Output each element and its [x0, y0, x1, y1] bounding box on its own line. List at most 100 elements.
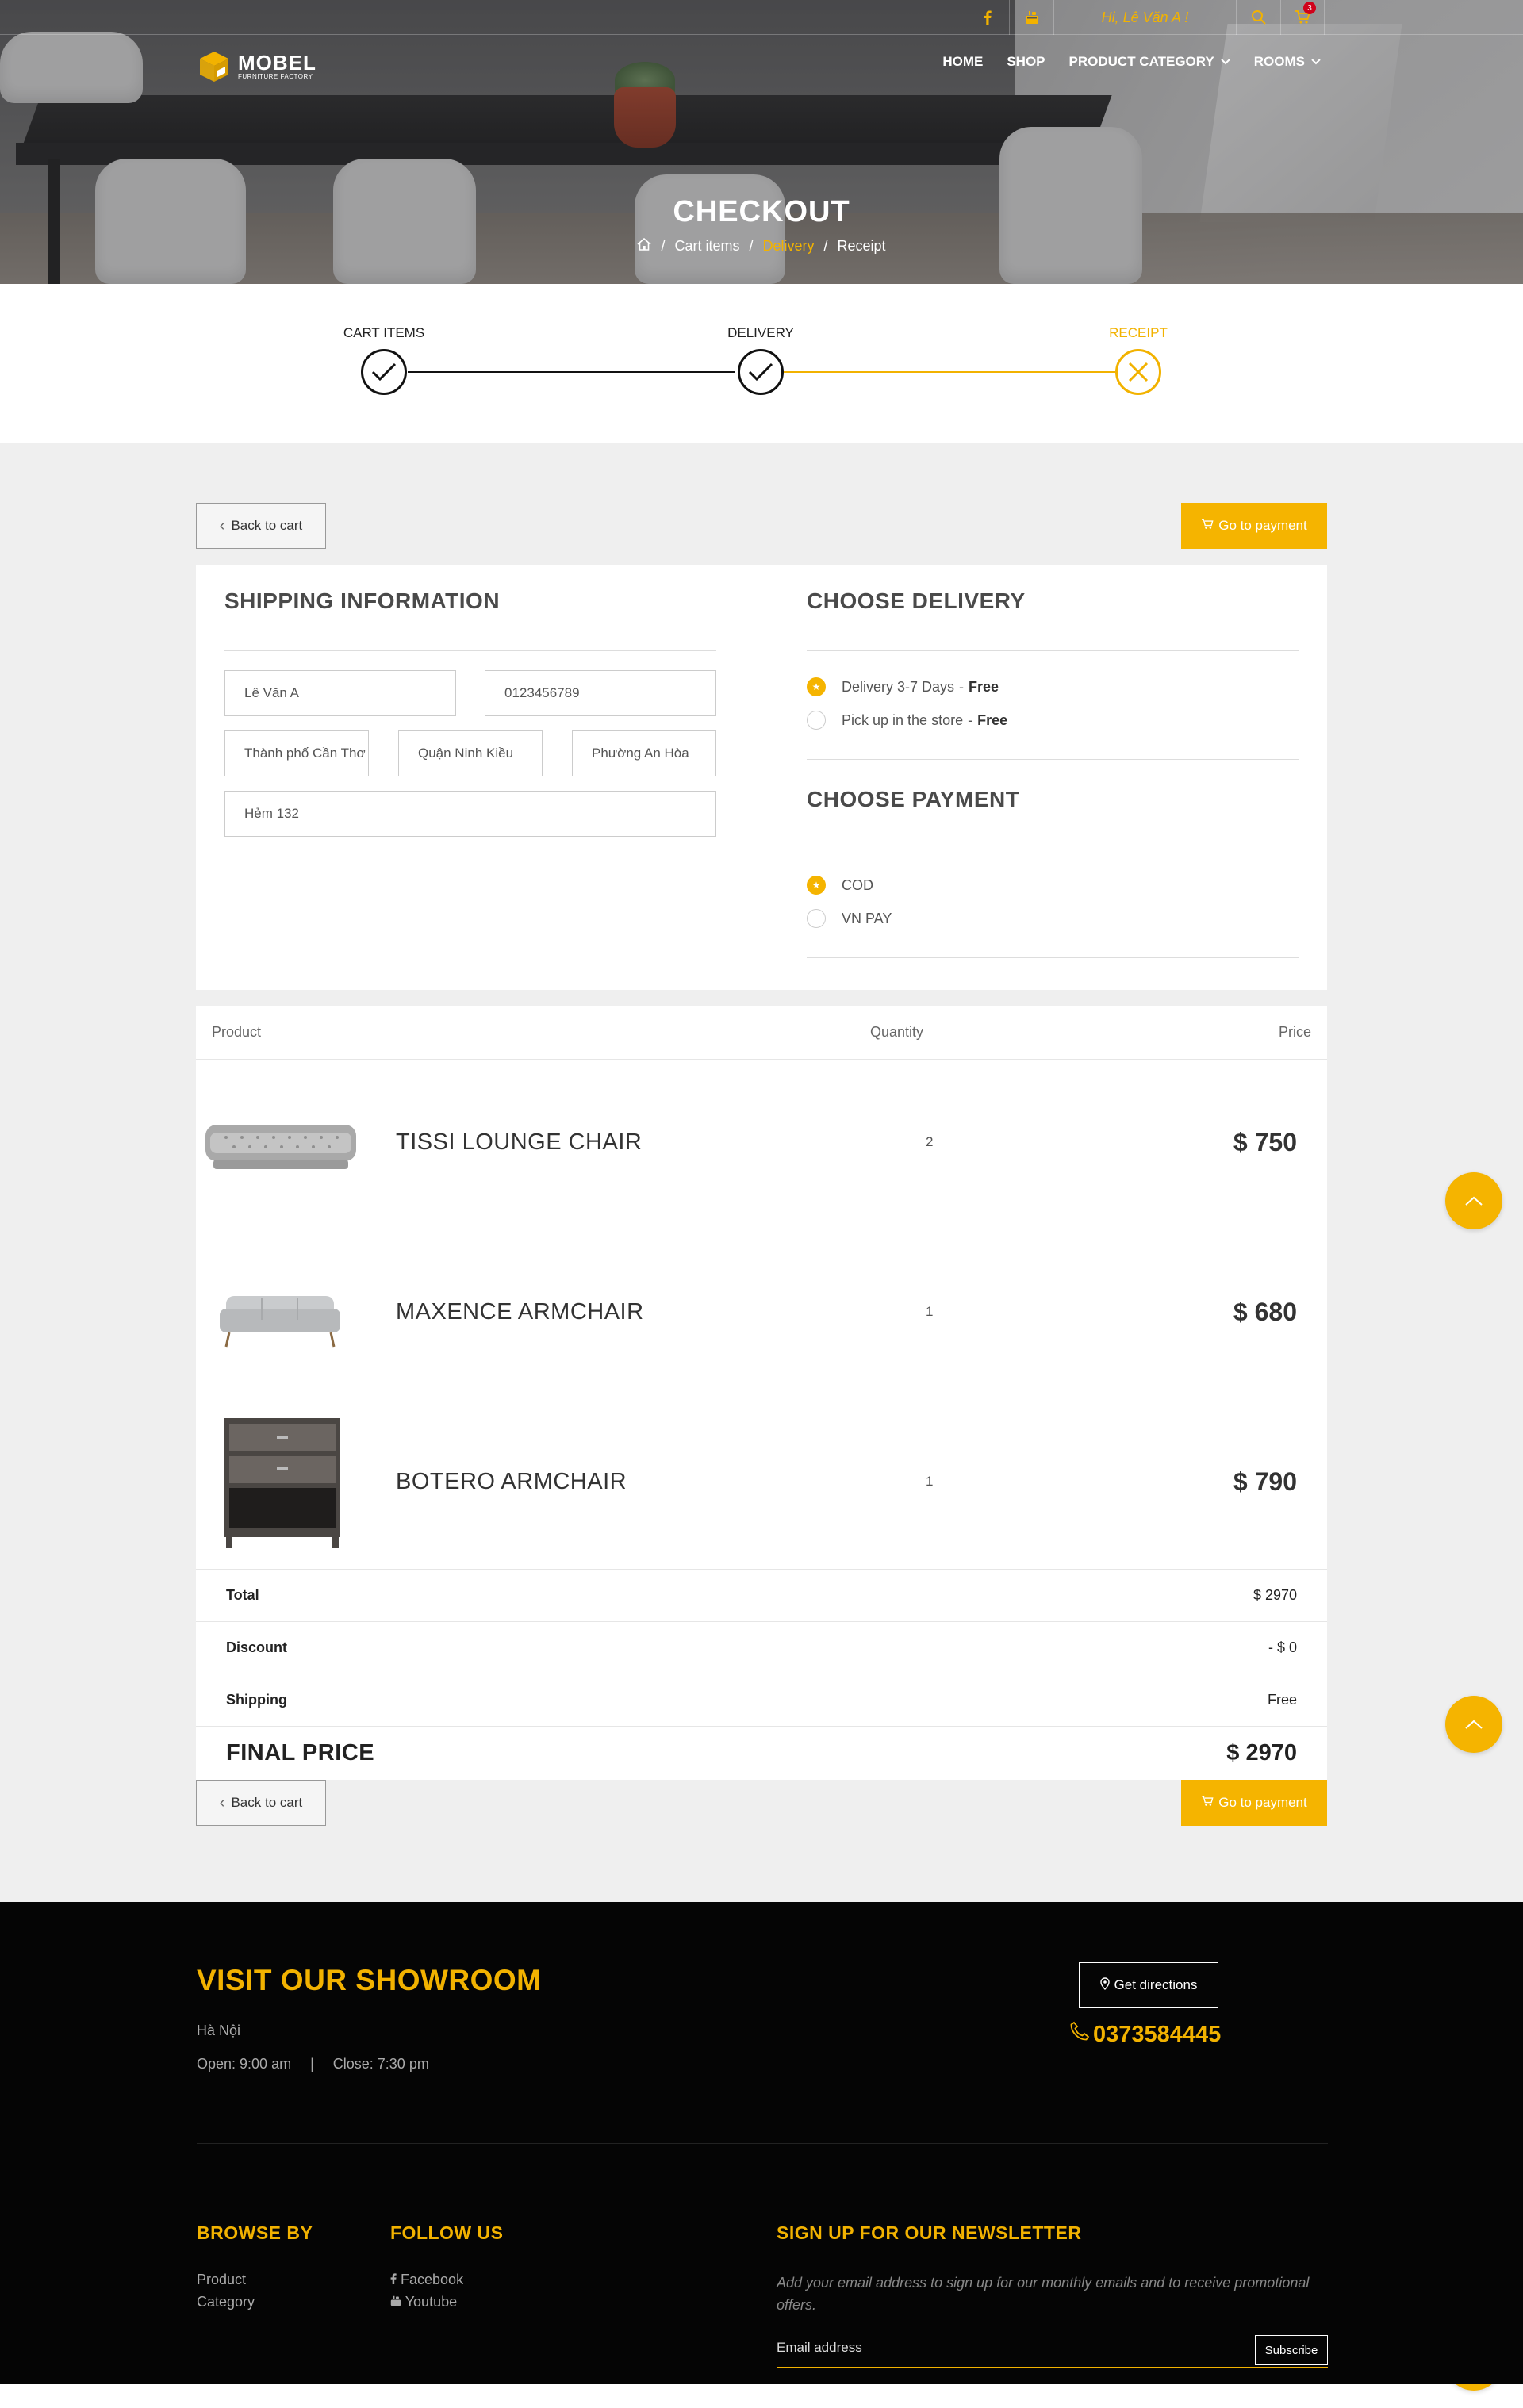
chevron-down-icon — [1311, 56, 1321, 67]
radio-icon[interactable] — [807, 909, 826, 928]
cart-icon — [1201, 518, 1214, 534]
product-quantity: 2 — [926, 1134, 934, 1149]
radio-selected-icon[interactable]: ★ — [807, 677, 826, 696]
breadcrumb-separator: / — [749, 238, 754, 254]
showroom-phone[interactable]: 0373584445 — [1069, 2021, 1221, 2048]
breadcrumb-receipt[interactable]: Receipt — [838, 238, 886, 255]
go-to-payment-button[interactable]: Go to payment — [1181, 503, 1327, 549]
product-image-grey-sofa — [202, 1256, 358, 1375]
user-greeting[interactable]: Hi, Lê Văn A ! — [1053, 0, 1236, 35]
footer-link-facebook[interactable]: Facebook — [390, 2272, 463, 2288]
cart-count-badge: 3 — [1303, 2, 1316, 14]
subscribe-button[interactable]: Subscribe — [1255, 2335, 1328, 2365]
newsletter-text: Add your email address to sign up for ou… — [777, 2275, 1310, 2313]
city-select[interactable]: Thành phố Cần Thơ — [224, 730, 369, 776]
check-icon — [361, 349, 407, 395]
delivery-option-label: Pick up in the store — [842, 711, 964, 728]
final-price-label: FINAL PRICE — [226, 1740, 375, 1766]
phone-field[interactable]: 0123456789 — [485, 670, 716, 716]
checkout-main: ‹ Back to cart Go to payment SHIPPING IN… — [0, 443, 1523, 1902]
step-connector — [408, 371, 735, 373]
menu-product-category[interactable]: PRODUCT CATEGORY — [1069, 54, 1230, 70]
breadcrumb-cart-items[interactable]: Cart items — [674, 238, 739, 255]
breadcrumb: / Cart items / Delivery / Receipt — [0, 237, 1523, 255]
youtube-icon[interactable] — [1009, 0, 1053, 35]
payment-title: CHOOSE PAYMENT — [807, 787, 1020, 811]
address-field[interactable]: Hẻm 132 — [224, 791, 716, 837]
product-quantity: 1 — [926, 1474, 934, 1489]
delivery-option-sep: - — [959, 678, 965, 695]
showroom-title: VISIT OUR SHOWROOM — [197, 1964, 542, 1996]
get-directions-label: Get directions — [1114, 1977, 1198, 1992]
divider — [807, 759, 1299, 760]
summary-shipping-row: Shipping Free — [196, 1674, 1327, 1726]
menu-shop[interactable]: SHOP — [1007, 54, 1045, 70]
delivery-option-pickup[interactable]: Pick up in the store - Free — [807, 704, 1299, 737]
scroll-top-button[interactable] — [1445, 1696, 1502, 1753]
product-name[interactable]: BOTERO ARMCHAIR — [396, 1469, 627, 1495]
scroll-top-button[interactable] — [1445, 1172, 1502, 1229]
delivery-title: CHOOSE DELIVERY — [807, 589, 1026, 613]
get-directions-button[interactable]: Get directions — [1079, 1962, 1218, 2008]
facebook-icon[interactable] — [965, 0, 1009, 35]
divider — [224, 650, 716, 651]
go-to-payment-label: Go to payment — [1218, 1795, 1307, 1810]
chevron-down-icon — [1221, 56, 1230, 67]
step-label: RECEIPT — [1109, 325, 1168, 340]
logo-box-icon — [197, 49, 232, 84]
shipping-label: Shipping — [226, 1692, 287, 1708]
close-hours: Close: 7:30 pm — [332, 2056, 429, 2072]
col-product: Product — [212, 1024, 262, 1040]
checkout-steps: CART ITEMS DELIVERY RECEIPT — [0, 284, 1523, 443]
shipping-section: SHIPPING INFORMATION Lê Văn A 0123456789… — [224, 589, 716, 958]
menu-home[interactable]: HOME — [942, 54, 983, 70]
cart-icon — [1201, 1795, 1214, 1811]
cart-icon[interactable]: 3 — [1280, 0, 1325, 35]
browse-title: BROWSE BY — [197, 2222, 313, 2243]
search-icon[interactable] — [1236, 0, 1280, 35]
radio-selected-icon[interactable]: ★ — [807, 876, 826, 895]
radio-icon[interactable] — [807, 711, 826, 730]
step-label: CART ITEMS — [343, 325, 425, 340]
district-select[interactable]: Quận Ninh Kiều — [398, 730, 543, 776]
product-price: $ 680 — [1233, 1298, 1297, 1326]
hero-banner: Hi, Lê Văn A ! 3 MOBEL FURNITURE FACTORY… — [0, 0, 1523, 284]
brand-logo[interactable]: MOBEL FURNITURE FACTORY — [197, 49, 316, 84]
youtube-icon — [390, 2294, 405, 2310]
map-pin-icon — [1099, 1977, 1110, 1994]
footer-link-youtube[interactable]: Youtube — [390, 2294, 457, 2310]
name-field[interactable]: Lê Văn A — [224, 670, 456, 716]
footer-divider — [197, 2143, 1328, 2144]
payment-option-vnpay[interactable]: VN PAY — [807, 902, 1299, 935]
top-bar: Hi, Lê Văn A ! 3 — [0, 0, 1523, 35]
footer-link-category[interactable]: Category — [197, 2294, 255, 2310]
delivery-option-label: Delivery 3-7 Days — [842, 678, 955, 695]
product-quantity: 1 — [926, 1304, 934, 1319]
payment-option-cod[interactable]: ★ COD — [807, 868, 1299, 902]
back-to-cart-button[interactable]: ‹ Back to cart — [196, 1780, 326, 1826]
product-name[interactable]: TISSI LOUNGE CHAIR — [396, 1129, 642, 1156]
col-quantity: Quantity — [870, 1024, 924, 1040]
step-connector — [782, 371, 1115, 373]
hours-separator: | — [310, 2056, 314, 2072]
menu-rooms[interactable]: ROOMS — [1254, 54, 1321, 70]
shipping-value: Free — [1267, 1692, 1297, 1708]
go-to-payment-button[interactable]: Go to payment — [1181, 1780, 1327, 1826]
bottom-actions: ‹ Back to cart Go to payment — [196, 1780, 1327, 1826]
youtube-label: Youtube — [405, 2294, 458, 2310]
newsletter-title: SIGN UP FOR OUR NEWSLETTER — [777, 2222, 1082, 2243]
chevron-left-icon: ‹ — [219, 516, 225, 535]
facebook-icon — [390, 2272, 401, 2287]
back-to-cart-button[interactable]: ‹ Back to cart — [196, 503, 326, 549]
product-image-nightstand — [202, 1415, 358, 1550]
table-header: Product Quantity Price — [196, 1006, 1327, 1060]
home-icon[interactable] — [637, 237, 651, 255]
breadcrumb-delivery[interactable]: Delivery — [762, 238, 814, 255]
delivery-option-standard[interactable]: ★ Delivery 3-7 Days - Free — [807, 670, 1299, 704]
email-input[interactable] — [777, 2330, 1253, 2365]
product-name[interactable]: MAXENCE ARMCHAIR — [396, 1299, 644, 1325]
product-image-tufted-sofa — [202, 1087, 358, 1206]
close-icon — [1115, 349, 1161, 395]
ward-select[interactable]: Phường An Hòa — [572, 730, 716, 776]
footer-link-product[interactable]: Product — [197, 2272, 246, 2288]
